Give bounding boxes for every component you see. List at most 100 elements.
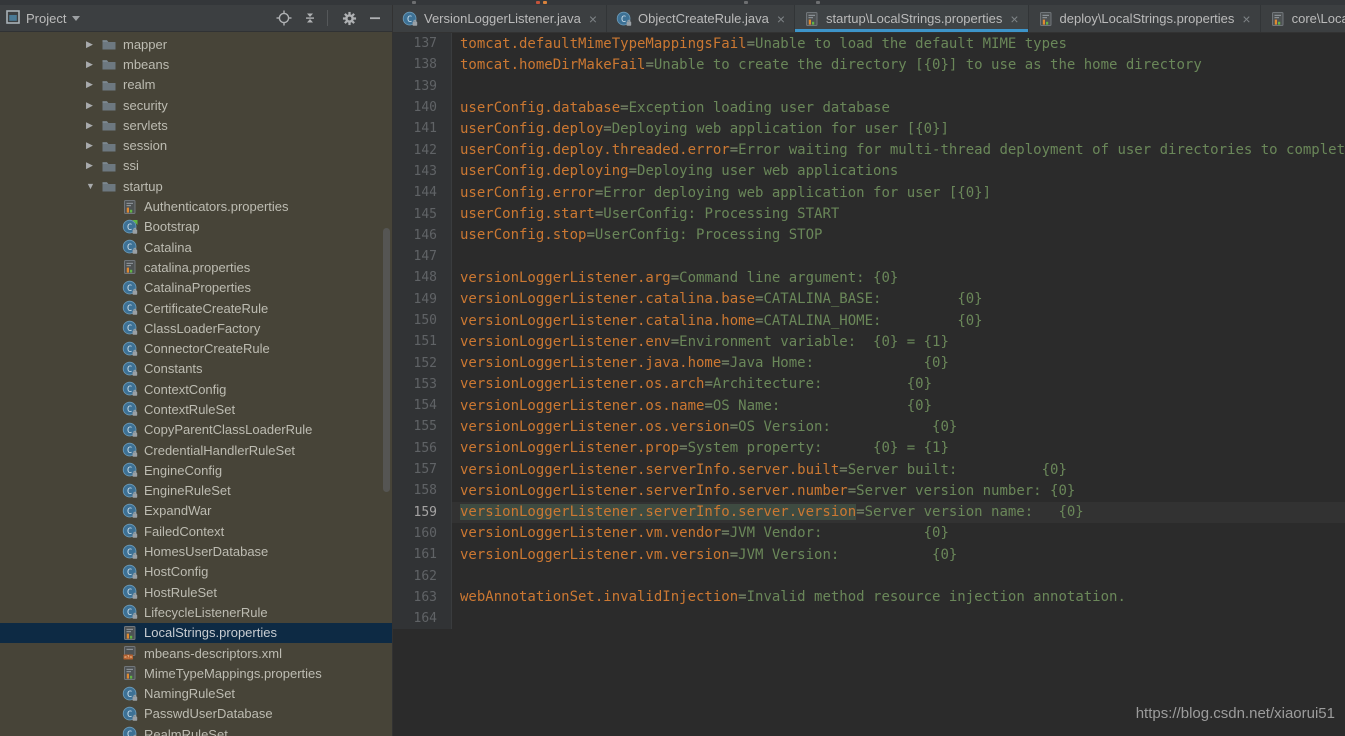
tree-file-CertificateCreateRule[interactable]: CCertificateCreateRule — [0, 298, 392, 318]
chevron-collapsed-icon[interactable]: ▶ — [86, 79, 96, 90]
tree-file-CredentialHandlerRuleSet[interactable]: CCredentialHandlerRuleSet — [0, 440, 392, 460]
tree-file-Bootstrap[interactable]: CBootstrap — [0, 217, 392, 237]
collapse-all-icon[interactable] — [299, 7, 321, 29]
tab-close-icon[interactable]: × — [1242, 12, 1250, 26]
code-line-159[interactable]: 159versionLoggerListener.serverInfo.serv… — [393, 502, 1345, 523]
editor-tab-VersionLoggerListener.java[interactable]: CVersionLoggerListener.java× — [393, 5, 607, 32]
chevron-collapsed-icon[interactable]: ▶ — [86, 59, 96, 70]
code-line-149[interactable]: 149versionLoggerListener.catalina.base=C… — [393, 289, 1345, 310]
tree-file-PasswdUserDatabase[interactable]: CPasswdUserDatabase — [0, 704, 392, 724]
tree-folder-mbeans[interactable]: ▶ mbeans — [0, 54, 392, 74]
code-line-150[interactable]: 150versionLoggerListener.catalina.home=C… — [393, 310, 1345, 331]
tree-file-HostRuleSet[interactable]: CHostRuleSet — [0, 582, 392, 602]
tree-file-Catalina[interactable]: CCatalina — [0, 237, 392, 257]
tree-folder-servlets[interactable]: ▶servlets — [0, 115, 392, 135]
tree-folder-realm[interactable]: ▶ realm — [0, 75, 392, 95]
line-content: versionLoggerListener.vm.vendor=JVM Vend… — [452, 525, 1345, 541]
code-line-144[interactable]: 144userConfig.error=Error deploying web … — [393, 182, 1345, 203]
code-line-156[interactable]: 156versionLoggerListener.prop=System pro… — [393, 438, 1345, 459]
code-line-148[interactable]: 148versionLoggerListener.arg=Command lin… — [393, 267, 1345, 288]
tree-scrollbar[interactable] — [383, 228, 390, 492]
tab-close-icon[interactable]: × — [777, 12, 785, 26]
line-content: versionLoggerListener.os.arch=Architectu… — [452, 376, 1345, 392]
equals-sign: = — [671, 334, 679, 350]
code-line-158[interactable]: 158versionLoggerListener.serverInfo.serv… — [393, 480, 1345, 501]
tree-file-CatalinaProperties[interactable]: CCatalinaProperties — [0, 278, 392, 298]
code-line-151[interactable]: 151versionLoggerListener.env=Environment… — [393, 331, 1345, 352]
code-line-162[interactable]: 162 — [393, 565, 1345, 586]
code-line-160[interactable]: 160versionLoggerListener.vm.vendor=JVM V… — [393, 523, 1345, 544]
tab-close-icon[interactable]: × — [1010, 12, 1018, 26]
tree-file-ContextRuleSet[interactable]: CContextRuleSet — [0, 399, 392, 419]
tree-file-NamingRuleSet[interactable]: CNamingRuleSet — [0, 684, 392, 704]
code-line-145[interactable]: 145userConfig.start=UserConfig: Processi… — [393, 203, 1345, 224]
chevron-collapsed-icon[interactable]: ▶ — [86, 140, 96, 151]
code-line-138[interactable]: 138tomcat.homeDirMakeFail=Unable to crea… — [393, 54, 1345, 75]
tree-folder-mapper[interactable]: ▶mapper — [0, 34, 392, 54]
editor-tab-ObjectCreateRule.java[interactable]: CObjectCreateRule.java× — [607, 5, 795, 32]
code-line-146[interactable]: 146userConfig.stop=UserConfig: Processin… — [393, 225, 1345, 246]
code-line-143[interactable]: 143userConfig.deploying=Deploying user w… — [393, 161, 1345, 182]
code-line-152[interactable]: 152versionLoggerListener.java.home=Java … — [393, 352, 1345, 373]
tree-folder-session[interactable]: ▶session — [0, 135, 392, 155]
tree-file-HostConfig[interactable]: CHostConfig — [0, 562, 392, 582]
code-line-153[interactable]: 153versionLoggerListener.os.arch=Archite… — [393, 374, 1345, 395]
code-line-140[interactable]: 140userConfig.database=Exception loading… — [393, 97, 1345, 118]
tree-file-ConnectorCreateRule[interactable]: CConnectorCreateRule — [0, 338, 392, 358]
tree-file-ClassLoaderFactory[interactable]: CClassLoaderFactory — [0, 318, 392, 338]
code-line-154[interactable]: 154versionLoggerListener.os.name=OS Name… — [393, 395, 1345, 416]
code-line-155[interactable]: 155versionLoggerListener.os.version=OS V… — [393, 416, 1345, 437]
settings-gear-icon[interactable] — [338, 7, 360, 29]
chevron-collapsed-icon[interactable]: ▶ — [86, 160, 96, 171]
chevron-collapsed-icon[interactable]: ▶ — [86, 120, 96, 131]
chevron-collapsed-icon[interactable]: ▶ — [86, 100, 96, 111]
tree-file-Authenticators.properties[interactable]: Authenticators.properties — [0, 196, 392, 216]
code-line-157[interactable]: 157versionLoggerListener.serverInfo.serv… — [393, 459, 1345, 480]
tree-folder-security[interactable]: ▶security — [0, 95, 392, 115]
hide-panel-icon[interactable] — [364, 7, 386, 29]
tab-close-icon[interactable]: × — [589, 12, 597, 26]
editor-tab-deploy-LocalStrings.properties[interactable]: deploy\LocalStrings.properties× — [1029, 5, 1261, 32]
panel-title[interactable]: Project — [26, 11, 66, 26]
tree-item-label: ExpandWar — [144, 503, 211, 518]
code-line-161[interactable]: 161versionLoggerListener.vm.version=JVM … — [393, 544, 1345, 565]
locate-icon[interactable] — [273, 7, 295, 29]
tree-file-Constants[interactable]: CConstants — [0, 359, 392, 379]
code-line-137[interactable]: 137tomcat.defaultMimeTypeMappingsFail=Un… — [393, 33, 1345, 54]
line-content: webAnnotationSet.invalidInjection=Invali… — [452, 589, 1345, 605]
editor-tab-startup-LocalStrings.properties[interactable]: startup\LocalStrings.properties× — [795, 5, 1029, 32]
project-tree[interactable]: ▶mapper▶mbeans▶realm▶security▶servlets▶s… — [0, 32, 392, 736]
property-value: Server version name: {0} — [865, 504, 1084, 520]
code-line-139[interactable]: 139 — [393, 76, 1345, 97]
tree-file-FailedContext[interactable]: CFailedContext — [0, 521, 392, 541]
tree-file-MimeTypeMappings.properties[interactable]: MimeTypeMappings.properties — [0, 663, 392, 683]
code-line-164[interactable]: 164 — [393, 608, 1345, 629]
tree-item-label: mbeans — [123, 57, 169, 72]
tree-file-RealmRuleSet[interactable]: CRealmRuleSet — [0, 724, 392, 736]
tree-file-ExpandWar[interactable]: CExpandWar — [0, 501, 392, 521]
code-line-147[interactable]: 147 — [393, 246, 1345, 267]
code-line-141[interactable]: 141userConfig.deploy=Deploying web appli… — [393, 118, 1345, 139]
code-editor[interactable]: 137tomcat.defaultMimeTypeMappingsFail=Un… — [393, 33, 1345, 736]
tree-file-catalina.properties[interactable]: catalina.properties — [0, 257, 392, 277]
code-line-163[interactable]: 163webAnnotationSet.invalidInjection=Inv… — [393, 587, 1345, 608]
editor-tab-core-LocalStrings.p[interactable]: core\LocalStrings.p — [1261, 5, 1345, 32]
tree-file-LifecycleListenerRule[interactable]: CLifecycleListenerRule — [0, 602, 392, 622]
chevron-down-icon[interactable] — [72, 16, 80, 21]
tree-folder-startup[interactable]: ▼startup — [0, 176, 392, 196]
tree-file-EngineConfig[interactable]: CEngineConfig — [0, 460, 392, 480]
code-line-142[interactable]: 142userConfig.deploy.threaded.error=Erro… — [393, 139, 1345, 160]
chevron-collapsed-icon[interactable]: ▶ — [86, 39, 96, 50]
tree-file-EngineRuleSet[interactable]: CEngineRuleSet — [0, 481, 392, 501]
tree-item-label: realm — [123, 77, 156, 92]
tree-item-label: CertificateCreateRule — [144, 301, 268, 316]
chevron-expanded-icon[interactable]: ▼ — [86, 181, 96, 191]
tree-file-CopyParentClassLoaderRule[interactable]: CCopyParentClassLoaderRule — [0, 420, 392, 440]
tree-file-LocalStrings.properties[interactable]: LocalStrings.properties — [0, 623, 392, 643]
tree-file-mbeans-descriptors.xml[interactable]: <?>mbeans-descriptors.xml — [0, 643, 392, 663]
tree-file-HomesUserDatabase[interactable]: CHomesUserDatabase — [0, 541, 392, 561]
svg-text:<?>: <?> — [124, 654, 133, 660]
tree-file-ContextConfig[interactable]: CContextConfig — [0, 379, 392, 399]
tree-item-label: HomesUserDatabase — [144, 544, 268, 559]
tree-folder-ssi[interactable]: ▶ssi — [0, 156, 392, 176]
